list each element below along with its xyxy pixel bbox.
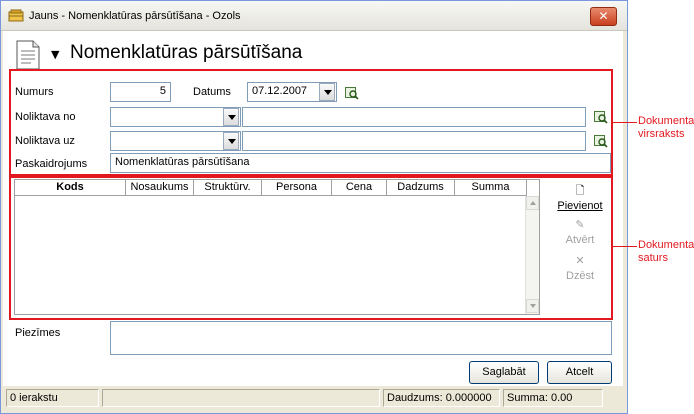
add-row-button[interactable]: 🗋 Pievienot: [550, 184, 610, 212]
grid-vertical-scrollbar[interactable]: [525, 196, 539, 314]
column-header-summa[interactable]: Summa: [455, 180, 527, 196]
column-header-nosaukums[interactable]: Nosaukums: [126, 180, 194, 196]
open-row-button[interactable]: ✎ Atvērt: [550, 218, 610, 246]
noliktava-uz-label: Noliktava uz: [15, 135, 75, 147]
paskaidrojums-label: Paskaidrojums: [15, 158, 88, 170]
new-document-icon: 🗋: [575, 184, 585, 197]
window-title: Jauns - Nomenklatūras pārsūtīšana - Ozol…: [29, 10, 241, 22]
delete-icon: ✕: [575, 254, 585, 267]
close-button[interactable]: ✕: [590, 7, 617, 26]
content-annotation-text: Dokumenta saturs: [638, 239, 694, 265]
items-grid[interactable]: Kods Nosaukums Struktūrv. Persona Cena D…: [14, 179, 540, 315]
status-sum: Summa: 0.00: [503, 389, 603, 407]
add-row-label: Pievienot: [557, 200, 603, 212]
noliktava-no-lookup-icon[interactable]: [594, 110, 608, 124]
column-header-dadzums[interactable]: Dadzums: [387, 180, 455, 196]
status-record-count: 0 ierakstu: [6, 389, 99, 407]
open-edit-icon: ✎: [575, 218, 585, 231]
column-header-kods[interactable]: Kods: [15, 180, 126, 196]
noliktava-uz-lookup-icon[interactable]: [594, 134, 608, 148]
status-bar: 0 ierakstu Daudzums: 0.000000 Summa: 0.0…: [3, 387, 623, 409]
noliktava-no-dropdown-button[interactable]: [223, 108, 239, 126]
paskaidrojums-field[interactable]: Nomenklatūras pārsūtīšana: [110, 153, 611, 173]
close-icon: ✕: [598, 9, 609, 23]
status-quantity: Daudzums: 0.000000: [383, 389, 500, 407]
title-bar[interactable]: Jauns - Nomenklatūras pārsūtīšana - Ozol…: [1, 1, 627, 31]
save-button[interactable]: Saglabāt: [469, 361, 539, 384]
noliktava-no-name-field[interactable]: [242, 107, 586, 127]
column-header-persona[interactable]: Persona: [262, 180, 332, 196]
content-annotation-line2: saturs: [638, 252, 668, 264]
datums-label: Datums: [193, 86, 231, 98]
noliktava-uz-name-field[interactable]: [242, 131, 586, 151]
grid-header: Kods Nosaukums Struktūrv. Persona Cena D…: [15, 180, 527, 196]
header-annotation-text: Dokumenta virsraksts: [638, 115, 694, 141]
numurs-label: Numurs: [15, 86, 54, 98]
delete-row-label: Dzēst: [565, 270, 595, 282]
cancel-button[interactable]: Atcelt: [547, 361, 612, 384]
document-icon: [16, 40, 40, 70]
piezimes-label: Piezīmes: [15, 327, 61, 339]
header-annotation-line: [613, 122, 637, 123]
noliktava-uz-dropdown-button[interactable]: [223, 132, 239, 150]
delete-row-button[interactable]: ✕ Dzēst: [550, 254, 610, 282]
datums-dropdown-button[interactable]: [319, 83, 335, 101]
numurs-field[interactable]: 5: [110, 82, 171, 102]
open-row-label: Atvērt: [565, 234, 595, 246]
piezimes-textarea[interactable]: [110, 321, 612, 355]
column-header-strukturv[interactable]: Struktūrv.: [194, 180, 262, 196]
scroll-up-arrow-icon[interactable]: [526, 196, 539, 210]
header-menu-dropdown-icon[interactable]: ▼: [51, 48, 59, 61]
content-annotation-line1: Dokumenta: [638, 239, 694, 251]
datums-calendar-icon[interactable]: [345, 86, 359, 100]
scroll-down-arrow-icon[interactable]: [526, 299, 539, 313]
ozols-app-icon: [8, 9, 24, 22]
header-annotation-line2: virsraksts: [638, 128, 685, 140]
noliktava-no-label: Noliktava no: [15, 111, 76, 123]
header-annotation-line1: Dokumenta: [638, 115, 694, 127]
column-header-cena[interactable]: Cena: [332, 180, 387, 196]
noliktava-uz-code-field[interactable]: [110, 131, 241, 151]
content-annotation-line: [613, 246, 637, 247]
status-empty-cell: [102, 389, 380, 407]
noliktava-no-code-field[interactable]: [110, 107, 241, 127]
document-title: Nomenklatūras pārsūtīšana: [70, 42, 303, 63]
